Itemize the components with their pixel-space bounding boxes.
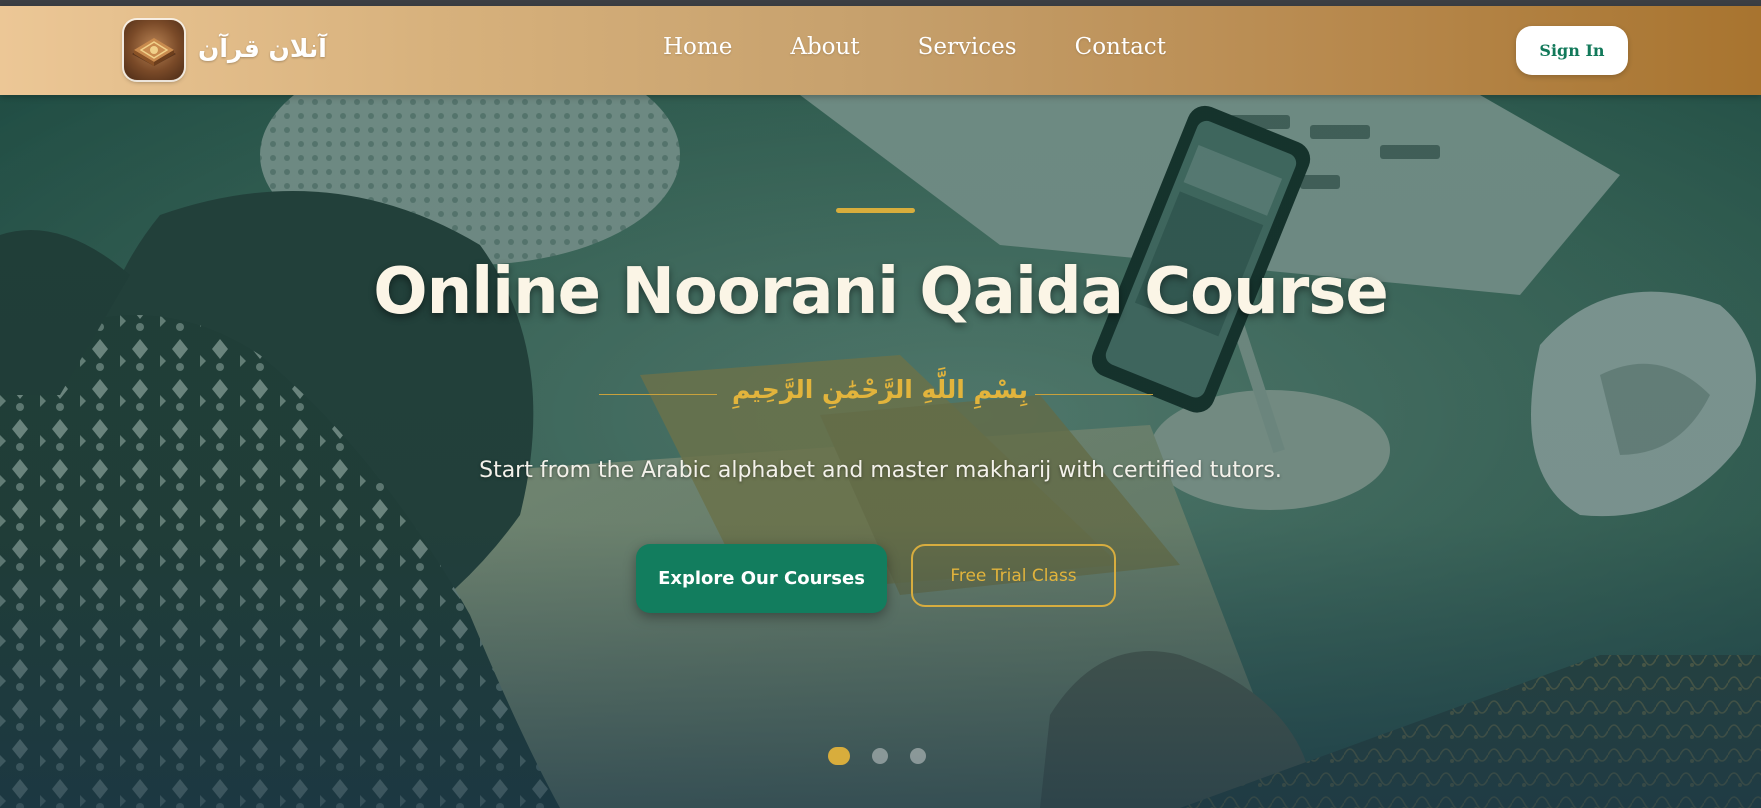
slide-dot-3[interactable] bbox=[910, 748, 926, 764]
nav-about[interactable]: About bbox=[790, 34, 859, 60]
basmala-divider-right bbox=[1035, 394, 1153, 395]
hero-subtitle: Start from the Arabic alphabet and maste… bbox=[479, 458, 1282, 483]
free-trial-button[interactable]: Free Trial Class bbox=[911, 544, 1116, 607]
site-header: آنلان قرآن Home About Services Contact S… bbox=[0, 6, 1761, 95]
slide-dot-2[interactable] bbox=[872, 748, 888, 764]
nav-contact[interactable]: Contact bbox=[1075, 34, 1166, 60]
explore-courses-button[interactable]: Explore Our Courses bbox=[636, 544, 887, 613]
nav-services[interactable]: Services bbox=[918, 34, 1017, 60]
main-nav: Home About Services Contact bbox=[663, 34, 1224, 60]
quran-book-icon[interactable] bbox=[124, 20, 184, 80]
sign-in-button[interactable]: Sign In bbox=[1516, 26, 1628, 75]
hero-overlay bbox=[0, 95, 1761, 808]
basmala-text: بِسْمِ اللَّهِ الرَّحْمَٰنِ الرَّحِيمِ bbox=[732, 375, 1028, 404]
title-accent-bar bbox=[836, 208, 915, 213]
hero-title: Online Noorani Qaida Course bbox=[373, 255, 1389, 329]
nav-home[interactable]: Home bbox=[663, 34, 732, 60]
hero-section: Online Noorani Qaida Course بِسْمِ اللَّ… bbox=[0, 95, 1761, 808]
brand-name[interactable]: آنلان قرآن bbox=[198, 34, 327, 63]
slide-dot-1[interactable] bbox=[828, 747, 850, 765]
slider-dots bbox=[828, 747, 948, 765]
